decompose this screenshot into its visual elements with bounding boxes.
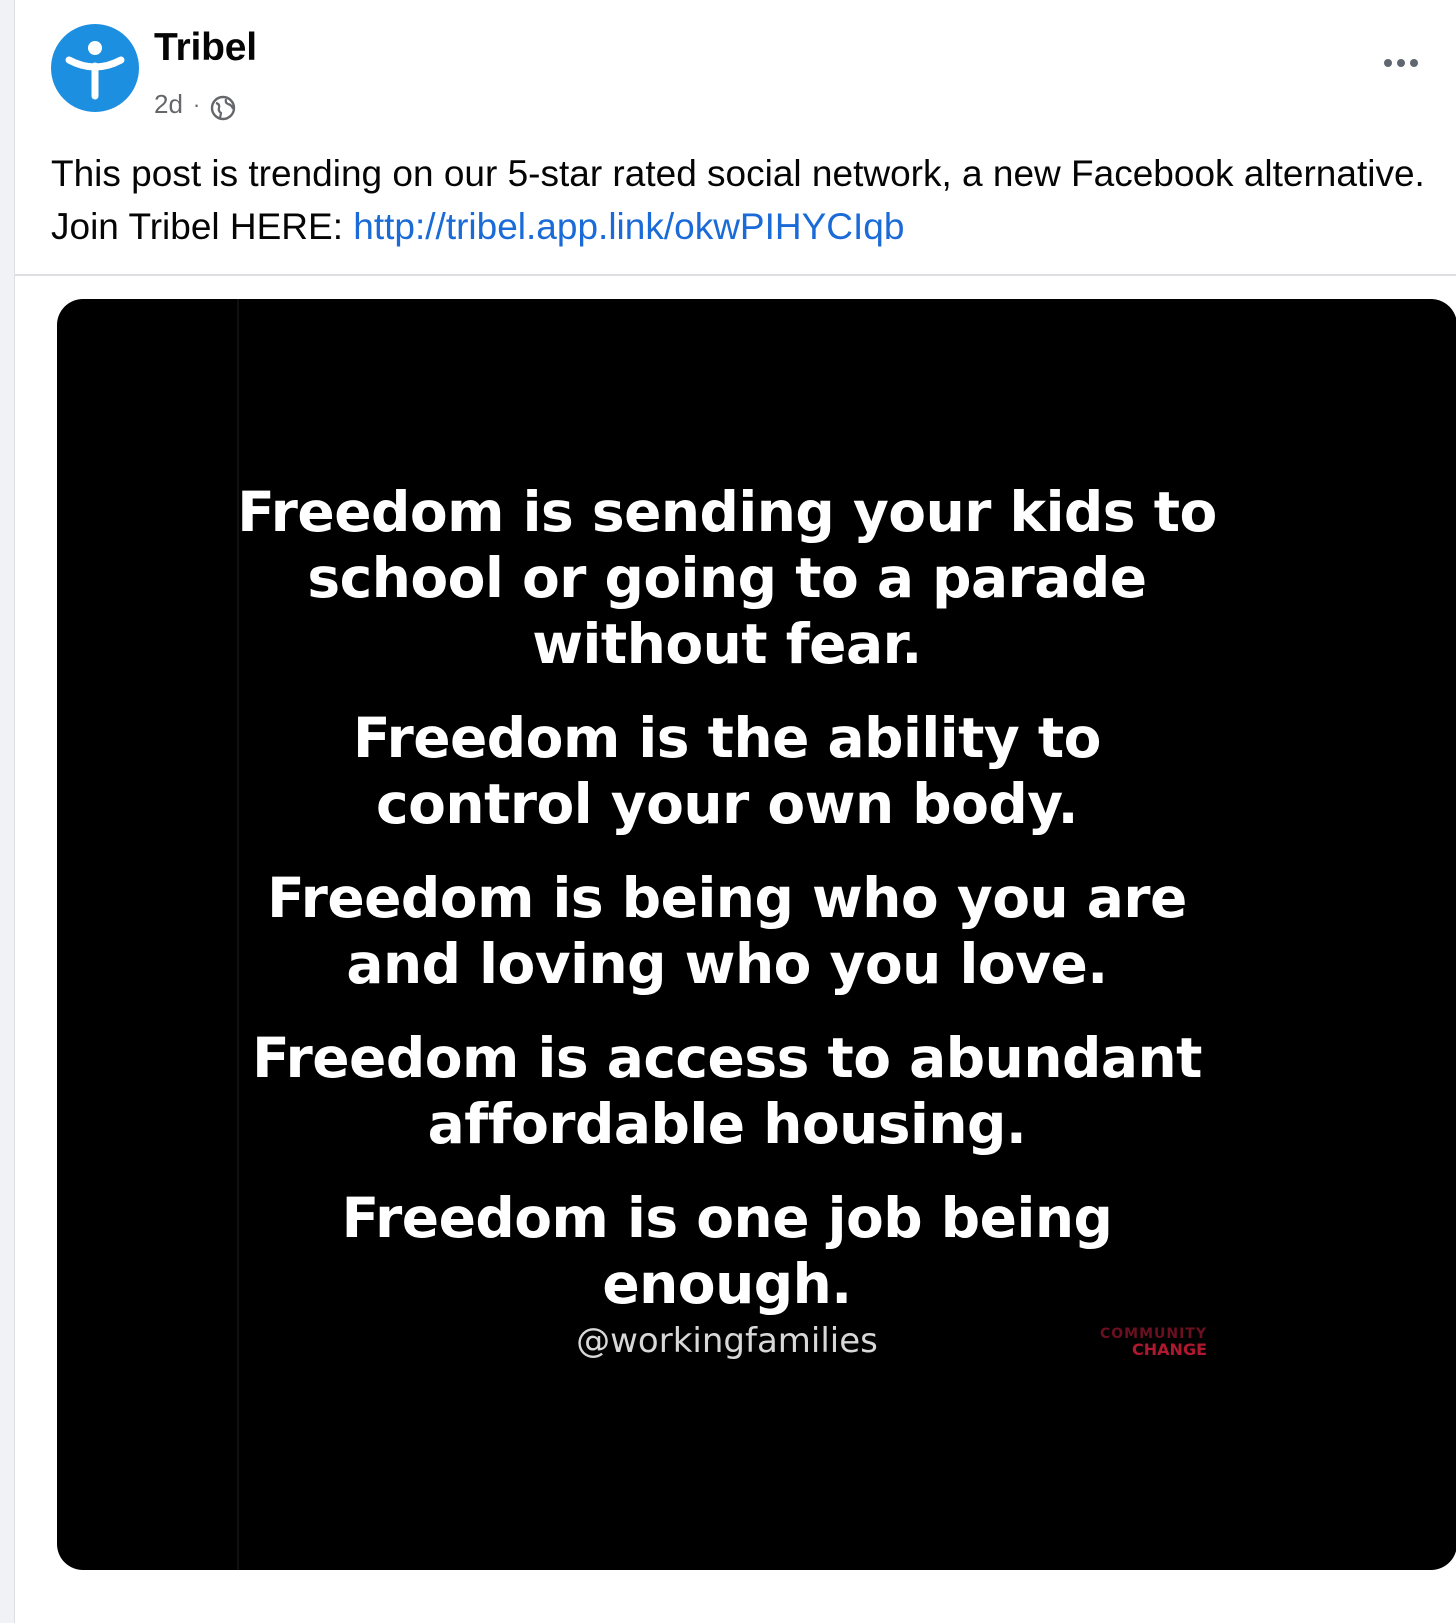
quote-list: Freedom is sending your kids to school o… [237,479,1217,1345]
divider [15,274,1456,276]
author-name[interactable]: Tribel [154,26,257,70]
caption-link[interactable]: http://tribel.app.link/okwPIHYCIqb [353,206,904,247]
quote-5: Freedom is one job being enough. [341,1186,1113,1316]
quote-2: Freedom is the ability to control your o… [353,706,1101,836]
watermark-bottom: CHANGE [1132,1340,1207,1359]
post-image[interactable]: Freedom is sending your kids to school o… [57,299,1456,1570]
quote-4: Freedom is access to abundant affordable… [252,1026,1202,1156]
post-card: Tribel 2d · This post is trending on our… [14,0,1456,1623]
quote-1: Freedom is sending your kids to school o… [237,480,1217,676]
tribel-logo-icon[interactable] [51,24,139,112]
post-meta: 2d · [154,88,236,121]
meta-separator: · [192,92,201,117]
post-timestamp[interactable]: 2d [154,89,183,120]
post-caption: This post is trending on our 5-star rate… [51,147,1431,253]
globe-icon[interactable] [210,95,236,121]
more-options-icon[interactable] [1373,48,1429,78]
quote-3: Freedom is being who you are and loving … [267,866,1187,996]
watermark-logo: COMMUNITY CHANGE [1047,1327,1207,1359]
